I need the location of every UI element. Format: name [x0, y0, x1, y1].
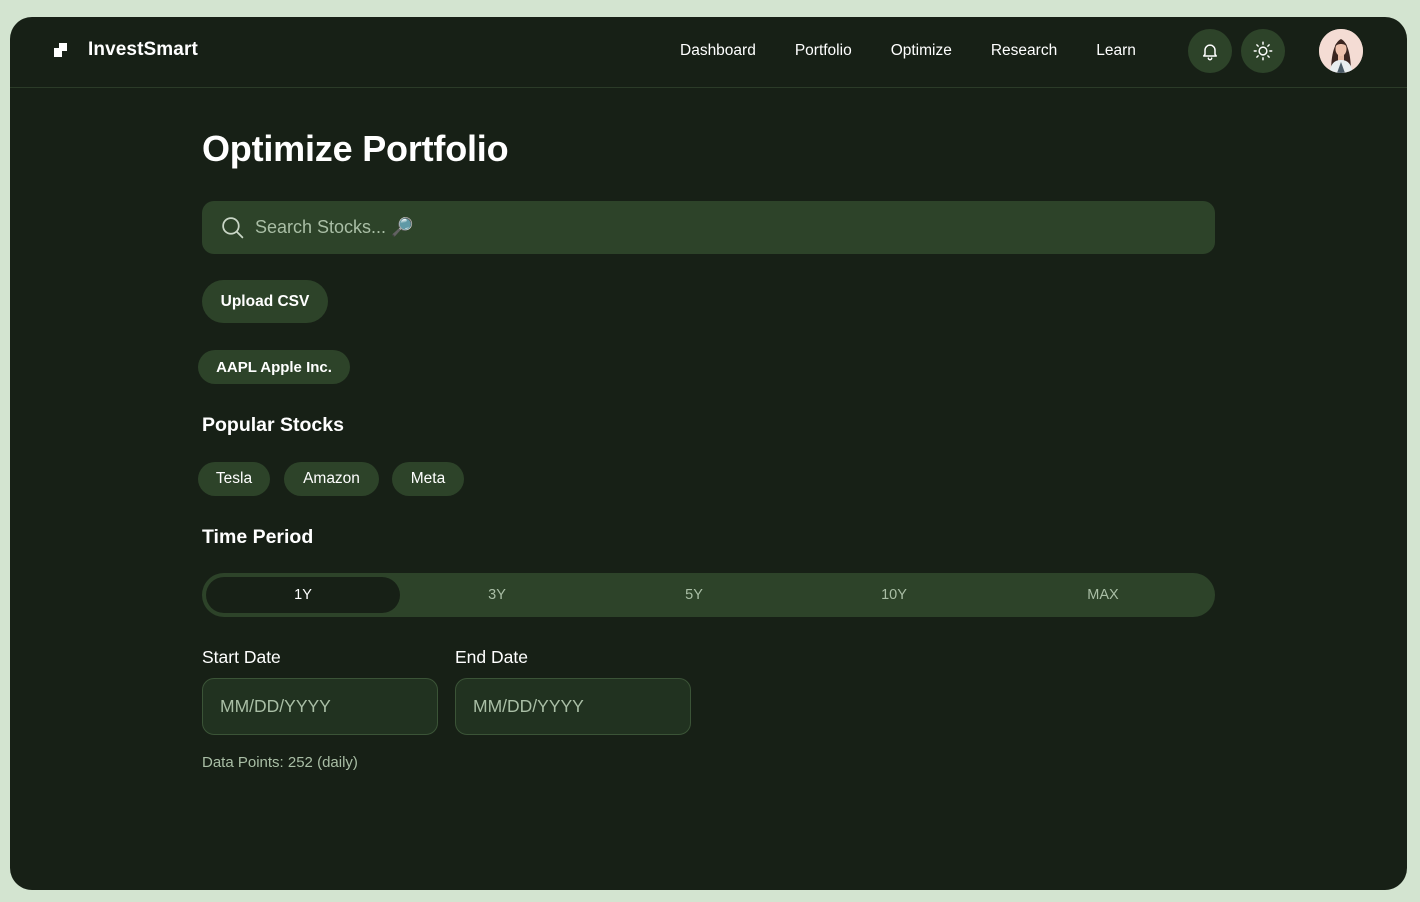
brand-logo[interactable]: InvestSmart	[54, 39, 198, 61]
popular-stocks-heading: Popular Stocks	[202, 414, 344, 436]
period-option-5y[interactable]: 5Y	[597, 577, 791, 613]
popular-stock-tesla[interactable]: Tesla	[198, 462, 270, 496]
bell-icon	[1203, 44, 1217, 61]
data-points-info: Data Points: 252 (daily)	[202, 754, 358, 771]
period-option-1y[interactable]: 1Y	[206, 577, 400, 613]
end-date-field[interactable]	[455, 678, 691, 735]
nav-dashboard[interactable]: Dashboard	[680, 42, 756, 60]
user-avatar[interactable]	[1319, 29, 1363, 73]
time-period-heading: Time Period	[202, 526, 314, 548]
period-option-10y[interactable]: 10Y	[797, 577, 991, 613]
nav-research[interactable]: Research	[991, 42, 1057, 60]
notifications-button[interactable]	[1188, 29, 1232, 73]
top-navbar: InvestSmart Dashboard Portfolio Optimize…	[10, 17, 1407, 88]
period-option-max[interactable]: MAX	[1006, 577, 1200, 613]
start-date-label: Start Date	[202, 647, 281, 667]
search-icon	[222, 217, 244, 239]
time-period-selector: 1Y 3Y 5Y 10Y MAX	[202, 573, 1215, 617]
nav-portfolio[interactable]: Portfolio	[795, 42, 852, 60]
logo-icon	[54, 42, 69, 58]
avatar-portrait	[1319, 29, 1363, 73]
main-nav: Dashboard Portfolio Optimize Research Le…	[680, 42, 1136, 60]
search-input[interactable]	[255, 201, 1215, 254]
theme-toggle-button[interactable]	[1241, 29, 1285, 73]
popular-stock-meta[interactable]: Meta	[392, 462, 464, 496]
upload-csv-button[interactable]: Upload CSV	[202, 280, 328, 323]
page-title: Optimize Portfolio	[202, 128, 509, 169]
stock-search-bar[interactable]	[202, 201, 1215, 254]
nav-learn[interactable]: Learn	[1096, 42, 1136, 60]
sun-icon	[1253, 41, 1273, 61]
popular-stock-amazon[interactable]: Amazon	[284, 462, 379, 496]
end-date-label: End Date	[455, 647, 528, 667]
brand-name: InvestSmart	[88, 39, 198, 60]
app-window: InvestSmart Dashboard Portfolio Optimize…	[10, 17, 1407, 890]
period-option-3y[interactable]: 3Y	[400, 577, 594, 613]
start-date-field[interactable]	[202, 678, 438, 735]
nav-optimize[interactable]: Optimize	[891, 42, 952, 60]
selected-stock-chip[interactable]: AAPL Apple Inc.	[198, 350, 350, 384]
